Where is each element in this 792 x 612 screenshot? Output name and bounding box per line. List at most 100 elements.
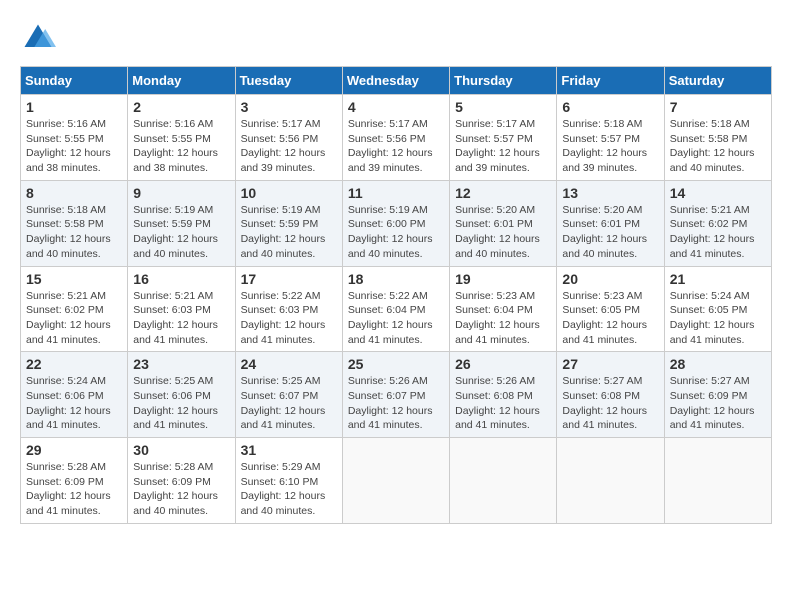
day-info: Sunrise: 5:22 AM Sunset: 6:04 PM Dayligh… bbox=[348, 289, 444, 348]
day-info: Sunrise: 5:26 AM Sunset: 6:08 PM Dayligh… bbox=[455, 374, 551, 433]
day-number: 16 bbox=[133, 271, 229, 287]
day-info: Sunrise: 5:24 AM Sunset: 6:05 PM Dayligh… bbox=[670, 289, 766, 348]
calendar-cell: 24 Sunrise: 5:25 AM Sunset: 6:07 PM Dayl… bbox=[235, 352, 342, 438]
day-info: Sunrise: 5:21 AM Sunset: 6:02 PM Dayligh… bbox=[670, 203, 766, 262]
day-number: 18 bbox=[348, 271, 444, 287]
calendar-cell: 15 Sunrise: 5:21 AM Sunset: 6:02 PM Dayl… bbox=[21, 266, 128, 352]
calendar-cell: 18 Sunrise: 5:22 AM Sunset: 6:04 PM Dayl… bbox=[342, 266, 449, 352]
week-row-5: 29 Sunrise: 5:28 AM Sunset: 6:09 PM Dayl… bbox=[21, 438, 772, 524]
day-info: Sunrise: 5:17 AM Sunset: 5:56 PM Dayligh… bbox=[241, 117, 337, 176]
day-number: 19 bbox=[455, 271, 551, 287]
logo-icon bbox=[20, 20, 56, 56]
logo bbox=[20, 20, 62, 56]
calendar-cell: 9 Sunrise: 5:19 AM Sunset: 5:59 PM Dayli… bbox=[128, 180, 235, 266]
calendar-cell: 5 Sunrise: 5:17 AM Sunset: 5:57 PM Dayli… bbox=[450, 95, 557, 181]
week-row-2: 8 Sunrise: 5:18 AM Sunset: 5:58 PM Dayli… bbox=[21, 180, 772, 266]
day-number: 17 bbox=[241, 271, 337, 287]
calendar-cell: 20 Sunrise: 5:23 AM Sunset: 6:05 PM Dayl… bbox=[557, 266, 664, 352]
day-info: Sunrise: 5:26 AM Sunset: 6:07 PM Dayligh… bbox=[348, 374, 444, 433]
day-number: 5 bbox=[455, 99, 551, 115]
day-number: 15 bbox=[26, 271, 122, 287]
day-number: 25 bbox=[348, 356, 444, 372]
day-info: Sunrise: 5:28 AM Sunset: 6:09 PM Dayligh… bbox=[133, 460, 229, 519]
weekday-header-monday: Monday bbox=[128, 67, 235, 95]
day-info: Sunrise: 5:27 AM Sunset: 6:09 PM Dayligh… bbox=[670, 374, 766, 433]
day-info: Sunrise: 5:16 AM Sunset: 5:55 PM Dayligh… bbox=[26, 117, 122, 176]
page-header bbox=[20, 20, 772, 56]
calendar-cell: 12 Sunrise: 5:20 AM Sunset: 6:01 PM Dayl… bbox=[450, 180, 557, 266]
calendar-cell: 4 Sunrise: 5:17 AM Sunset: 5:56 PM Dayli… bbox=[342, 95, 449, 181]
day-info: Sunrise: 5:29 AM Sunset: 6:10 PM Dayligh… bbox=[241, 460, 337, 519]
calendar-cell: 7 Sunrise: 5:18 AM Sunset: 5:58 PM Dayli… bbox=[664, 95, 771, 181]
day-info: Sunrise: 5:23 AM Sunset: 6:05 PM Dayligh… bbox=[562, 289, 658, 348]
day-number: 21 bbox=[670, 271, 766, 287]
weekday-header-row: SundayMondayTuesdayWednesdayThursdayFrid… bbox=[21, 67, 772, 95]
calendar-cell: 30 Sunrise: 5:28 AM Sunset: 6:09 PM Dayl… bbox=[128, 438, 235, 524]
weekday-header-friday: Friday bbox=[557, 67, 664, 95]
calendar-cell: 27 Sunrise: 5:27 AM Sunset: 6:08 PM Dayl… bbox=[557, 352, 664, 438]
day-info: Sunrise: 5:18 AM Sunset: 5:58 PM Dayligh… bbox=[670, 117, 766, 176]
day-number: 7 bbox=[670, 99, 766, 115]
calendar-cell: 8 Sunrise: 5:18 AM Sunset: 5:58 PM Dayli… bbox=[21, 180, 128, 266]
day-info: Sunrise: 5:27 AM Sunset: 6:08 PM Dayligh… bbox=[562, 374, 658, 433]
day-number: 26 bbox=[455, 356, 551, 372]
weekday-header-saturday: Saturday bbox=[664, 67, 771, 95]
calendar-cell: 10 Sunrise: 5:19 AM Sunset: 5:59 PM Dayl… bbox=[235, 180, 342, 266]
calendar-cell: 29 Sunrise: 5:28 AM Sunset: 6:09 PM Dayl… bbox=[21, 438, 128, 524]
day-number: 6 bbox=[562, 99, 658, 115]
day-number: 13 bbox=[562, 185, 658, 201]
day-info: Sunrise: 5:22 AM Sunset: 6:03 PM Dayligh… bbox=[241, 289, 337, 348]
calendar-cell: 6 Sunrise: 5:18 AM Sunset: 5:57 PM Dayli… bbox=[557, 95, 664, 181]
weekday-header-thursday: Thursday bbox=[450, 67, 557, 95]
day-info: Sunrise: 5:17 AM Sunset: 5:56 PM Dayligh… bbox=[348, 117, 444, 176]
calendar-cell: 16 Sunrise: 5:21 AM Sunset: 6:03 PM Dayl… bbox=[128, 266, 235, 352]
calendar-cell: 28 Sunrise: 5:27 AM Sunset: 6:09 PM Dayl… bbox=[664, 352, 771, 438]
day-number: 24 bbox=[241, 356, 337, 372]
day-info: Sunrise: 5:19 AM Sunset: 5:59 PM Dayligh… bbox=[133, 203, 229, 262]
day-number: 12 bbox=[455, 185, 551, 201]
week-row-4: 22 Sunrise: 5:24 AM Sunset: 6:06 PM Dayl… bbox=[21, 352, 772, 438]
calendar-cell bbox=[664, 438, 771, 524]
day-info: Sunrise: 5:18 AM Sunset: 5:57 PM Dayligh… bbox=[562, 117, 658, 176]
calendar-cell: 19 Sunrise: 5:23 AM Sunset: 6:04 PM Dayl… bbox=[450, 266, 557, 352]
calendar-cell: 31 Sunrise: 5:29 AM Sunset: 6:10 PM Dayl… bbox=[235, 438, 342, 524]
calendar-cell: 1 Sunrise: 5:16 AM Sunset: 5:55 PM Dayli… bbox=[21, 95, 128, 181]
day-info: Sunrise: 5:24 AM Sunset: 6:06 PM Dayligh… bbox=[26, 374, 122, 433]
day-number: 28 bbox=[670, 356, 766, 372]
calendar-cell bbox=[342, 438, 449, 524]
day-info: Sunrise: 5:28 AM Sunset: 6:09 PM Dayligh… bbox=[26, 460, 122, 519]
day-info: Sunrise: 5:21 AM Sunset: 6:02 PM Dayligh… bbox=[26, 289, 122, 348]
week-row-1: 1 Sunrise: 5:16 AM Sunset: 5:55 PM Dayli… bbox=[21, 95, 772, 181]
day-number: 9 bbox=[133, 185, 229, 201]
calendar-cell: 13 Sunrise: 5:20 AM Sunset: 6:01 PM Dayl… bbox=[557, 180, 664, 266]
day-info: Sunrise: 5:19 AM Sunset: 6:00 PM Dayligh… bbox=[348, 203, 444, 262]
day-number: 27 bbox=[562, 356, 658, 372]
day-info: Sunrise: 5:23 AM Sunset: 6:04 PM Dayligh… bbox=[455, 289, 551, 348]
weekday-header-sunday: Sunday bbox=[21, 67, 128, 95]
day-info: Sunrise: 5:20 AM Sunset: 6:01 PM Dayligh… bbox=[455, 203, 551, 262]
calendar-cell bbox=[557, 438, 664, 524]
day-number: 10 bbox=[241, 185, 337, 201]
calendar-cell: 17 Sunrise: 5:22 AM Sunset: 6:03 PM Dayl… bbox=[235, 266, 342, 352]
day-number: 31 bbox=[241, 442, 337, 458]
calendar-cell: 2 Sunrise: 5:16 AM Sunset: 5:55 PM Dayli… bbox=[128, 95, 235, 181]
calendar-cell: 26 Sunrise: 5:26 AM Sunset: 6:08 PM Dayl… bbox=[450, 352, 557, 438]
calendar-cell: 14 Sunrise: 5:21 AM Sunset: 6:02 PM Dayl… bbox=[664, 180, 771, 266]
day-info: Sunrise: 5:20 AM Sunset: 6:01 PM Dayligh… bbox=[562, 203, 658, 262]
weekday-header-wednesday: Wednesday bbox=[342, 67, 449, 95]
day-number: 23 bbox=[133, 356, 229, 372]
day-number: 22 bbox=[26, 356, 122, 372]
day-info: Sunrise: 5:21 AM Sunset: 6:03 PM Dayligh… bbox=[133, 289, 229, 348]
calendar-table: SundayMondayTuesdayWednesdayThursdayFrid… bbox=[20, 66, 772, 524]
day-number: 14 bbox=[670, 185, 766, 201]
day-info: Sunrise: 5:19 AM Sunset: 5:59 PM Dayligh… bbox=[241, 203, 337, 262]
day-info: Sunrise: 5:25 AM Sunset: 6:07 PM Dayligh… bbox=[241, 374, 337, 433]
day-info: Sunrise: 5:16 AM Sunset: 5:55 PM Dayligh… bbox=[133, 117, 229, 176]
calendar-cell: 11 Sunrise: 5:19 AM Sunset: 6:00 PM Dayl… bbox=[342, 180, 449, 266]
day-number: 8 bbox=[26, 185, 122, 201]
day-number: 11 bbox=[348, 185, 444, 201]
calendar-cell: 25 Sunrise: 5:26 AM Sunset: 6:07 PM Dayl… bbox=[342, 352, 449, 438]
calendar-cell: 3 Sunrise: 5:17 AM Sunset: 5:56 PM Dayli… bbox=[235, 95, 342, 181]
week-row-3: 15 Sunrise: 5:21 AM Sunset: 6:02 PM Dayl… bbox=[21, 266, 772, 352]
calendar-cell bbox=[450, 438, 557, 524]
